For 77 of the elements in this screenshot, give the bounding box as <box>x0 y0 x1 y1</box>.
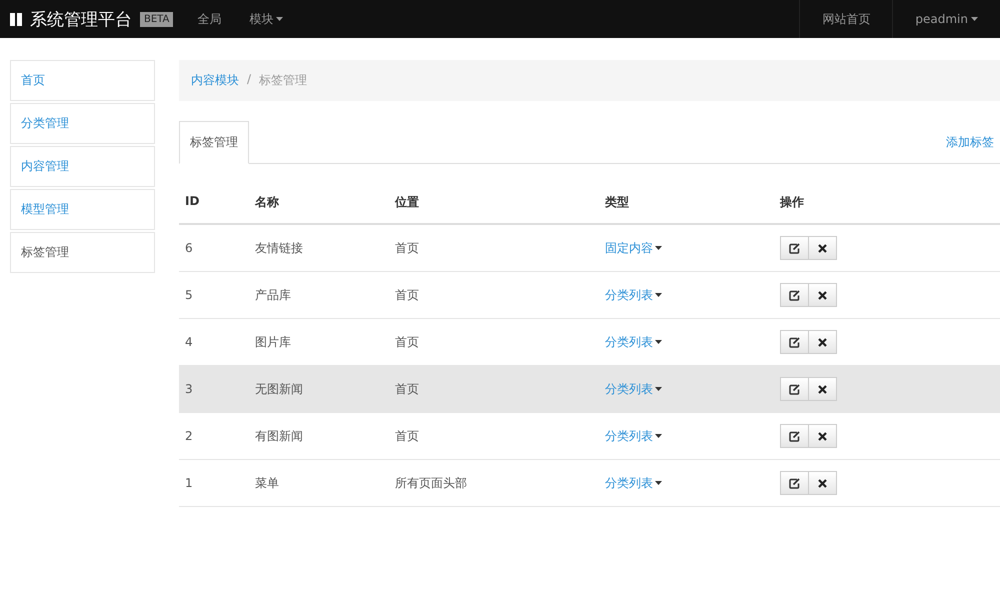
beta-badge: BETA <box>140 12 174 26</box>
column-header: 类型 <box>604 194 630 211</box>
close-icon <box>818 478 827 488</box>
sidebar-item[interactable]: 分类管理 <box>10 103 155 144</box>
edit-icon <box>789 384 800 394</box>
table-cell-text: 友情链接 <box>254 240 304 257</box>
caret-icon <box>655 434 662 438</box>
type-dropdown[interactable]: 分类列表 <box>605 474 662 492</box>
table-cell-text: 产品库 <box>254 287 292 304</box>
edit-button[interactable] <box>780 330 809 354</box>
edit-button[interactable] <box>780 424 809 448</box>
column-header: 操作 <box>778 194 805 211</box>
caret-icon <box>276 17 284 21</box>
close-icon <box>818 290 827 300</box>
edit-icon <box>789 242 800 254</box>
brand-title: 系统管理平台 <box>30 8 132 30</box>
table-cell-text: 菜单 <box>254 475 280 492</box>
caret-icon <box>655 340 662 344</box>
edit-button[interactable] <box>780 236 809 260</box>
nav-link[interactable]: 模块 <box>235 0 298 38</box>
edit-button[interactable] <box>780 283 809 307</box>
table-cell-text: 2 <box>184 428 194 445</box>
close-icon <box>818 432 827 440</box>
caret-icon <box>655 293 662 297</box>
type-dropdown[interactable]: 分类列表 <box>605 286 662 304</box>
table-cell-text: 首页 <box>394 240 420 257</box>
type-dropdown[interactable]: 分类列表 <box>605 333 662 351</box>
table-cell-text: 3 <box>184 381 194 398</box>
table-cell-text: 首页 <box>394 334 420 351</box>
delete-button[interactable] <box>808 330 837 354</box>
delete-button[interactable] <box>808 236 837 260</box>
sidebar-item[interactable]: 模型管理 <box>10 189 155 230</box>
table-cell-text: 首页 <box>394 381 420 398</box>
type-dropdown[interactable]: 固定内容 <box>605 239 662 257</box>
delete-button[interactable] <box>808 471 837 495</box>
table-cell-text: 首页 <box>394 428 420 445</box>
sidebar-item[interactable]: 首页 <box>10 60 155 101</box>
close-icon <box>818 384 827 394</box>
caret-icon <box>655 481 662 485</box>
add-tag-link[interactable]: 添加标签 <box>946 134 1000 163</box>
type-dropdown[interactable]: 分类列表 <box>605 380 662 398</box>
edit-icon <box>789 478 800 488</box>
nav-link[interactable]: peadmin <box>893 0 1000 38</box>
delete-button[interactable] <box>808 377 837 401</box>
column-header: ID <box>184 193 200 210</box>
edit-icon <box>789 336 800 348</box>
nav-link[interactable]: 网站首页 <box>800 0 892 38</box>
table-cell-text: 5 <box>184 287 194 304</box>
table-cell-text: 6 <box>184 240 194 257</box>
edit-icon <box>789 290 800 300</box>
type-dropdown[interactable]: 分类列表 <box>605 427 662 445</box>
close-icon <box>818 338 827 346</box>
table-cell-text: 图片库 <box>254 334 292 351</box>
table-cell-text: 所有页面头部 <box>394 475 468 492</box>
sidebar-item[interactable]: 内容管理 <box>10 146 155 187</box>
edit-button[interactable] <box>780 471 809 495</box>
table-cell-text: 1 <box>184 475 194 492</box>
caret-icon <box>655 246 662 250</box>
delete-button[interactable] <box>808 424 837 448</box>
column-header: 位置 <box>394 194 420 211</box>
sidebar-item[interactable]: 标签管理 <box>10 232 155 273</box>
table-cell-text: 4 <box>184 334 194 351</box>
table-cell-text: 无图新闻 <box>254 381 304 398</box>
close-icon <box>818 244 827 252</box>
nav-link[interactable]: 全局 <box>183 0 236 38</box>
edit-button[interactable] <box>780 377 809 401</box>
tab[interactable]: 标签管理 <box>179 121 249 164</box>
breadcrumb-separator: / <box>247 72 252 88</box>
column-header: 名称 <box>254 194 280 211</box>
edit-icon <box>789 430 800 442</box>
table-cell-text: 首页 <box>394 287 420 304</box>
delete-button[interactable] <box>808 283 837 307</box>
breadcrumb-link[interactable]: 内容模块 <box>191 72 239 89</box>
caret-icon <box>971 17 978 21</box>
breadcrumb-current: 标签管理 <box>259 72 308 89</box>
table-cell-text: 有图新闻 <box>254 428 304 445</box>
caret-icon <box>655 387 662 391</box>
